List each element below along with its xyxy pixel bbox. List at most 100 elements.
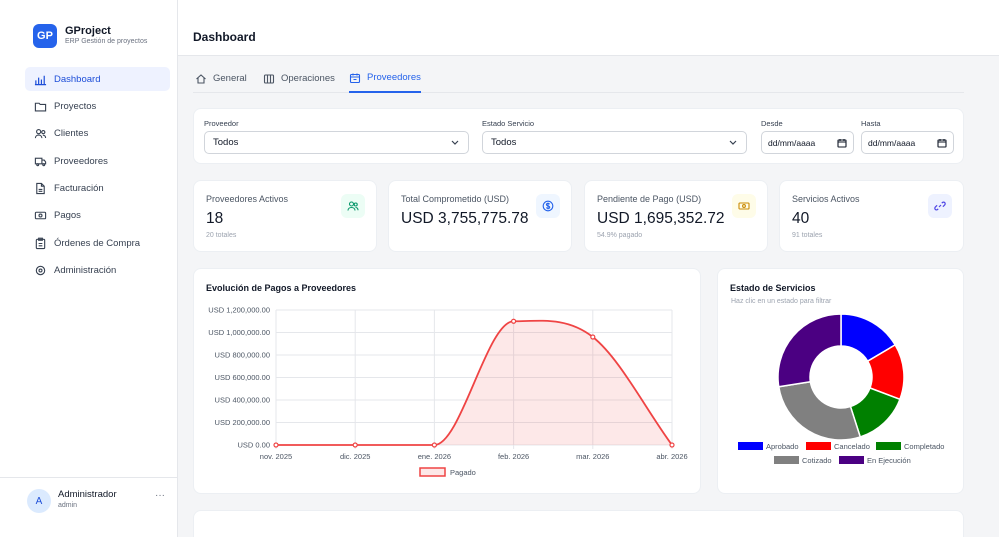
chevron-down-icon [729, 140, 737, 145]
sidebar-item-pagos[interactable]: Pagos [25, 204, 170, 228]
x-tick-label: mar. 2026 [576, 452, 609, 461]
donut-chart-card: Estado de Servicios Haz clic en un estad… [717, 268, 964, 494]
kpi-card-total-comprometido: Total Comprometido (USD) USD 3,755,775.7… [388, 180, 572, 252]
legend-swatch[interactable] [876, 442, 901, 450]
y-tick-label: USD 400,000.00 [215, 396, 270, 405]
kpi-label: Proveedores Activos [206, 194, 289, 204]
folder-icon [34, 102, 47, 112]
kpi-subtext: 91 totales [792, 232, 823, 239]
kpi-subtext: 20 totales [206, 232, 237, 239]
kpi-value: 40 [792, 210, 810, 227]
tab-operaciones[interactable]: Operaciones [263, 64, 335, 93]
y-tick-label: USD 0.00 [237, 441, 270, 450]
sidebar-item-label: Pagos [54, 210, 81, 222]
settings-icon [35, 265, 46, 276]
hasta-label: Hasta [861, 119, 881, 128]
x-tick-label: feb. 2026 [498, 452, 529, 461]
y-tick-label: USD 200,000.00 [215, 418, 270, 427]
tab-general[interactable]: General [195, 64, 247, 93]
app-logo: GP [33, 24, 57, 48]
filters-card: Proveedor Todos Estado Servicio Todos De… [193, 108, 964, 164]
users-icon [347, 201, 359, 211]
user-profile[interactable]: A Administrador admin ··· [0, 477, 178, 537]
sidebar-item-proveedores[interactable]: Proveedores [25, 149, 170, 173]
legend-label[interactable]: Cancelado [834, 442, 870, 451]
donut-slice[interactable] [777, 313, 842, 388]
sidebar-item-label: Proveedores [54, 155, 108, 167]
data-point [431, 442, 437, 448]
home-icon [196, 73, 206, 84]
sidebar-item-label: Administración [54, 265, 117, 277]
sidebar-item-dashboard[interactable]: Dashboard [25, 67, 170, 91]
avatar: A [27, 489, 51, 513]
user-name: Administrador [58, 489, 117, 500]
tab-label: Operaciones [281, 73, 335, 84]
file-icon [36, 182, 45, 195]
app-name: GProject [65, 25, 111, 37]
hasta-date-input[interactable]: dd/mm/aaaa [861, 131, 954, 154]
tab-label: Proveedores [367, 72, 421, 83]
sidebar-item-administracion[interactable]: Administración [25, 259, 170, 283]
legend-swatch[interactable] [738, 442, 763, 450]
desde-value: dd/mm/aaaa [768, 137, 816, 148]
banknote-icon [34, 212, 47, 220]
donut-slice[interactable] [777, 380, 862, 441]
page-title: Dashboard [193, 30, 256, 44]
kpi-value: USD 1,695,352.72 [597, 210, 725, 227]
legend-swatch [419, 467, 446, 477]
sidebar-item-facturacion[interactable]: Facturación [25, 177, 170, 201]
kpi-icon-box [928, 194, 952, 218]
services-donut-chart: Aprobado Cancelado Completado Cotizado En Ej… [738, 313, 944, 465]
calendar-icon [937, 139, 947, 148]
app-subtitle: ERP Gestión de proyectos [65, 38, 148, 45]
desde-date-input[interactable]: dd/mm/aaaa [761, 131, 854, 154]
legend-label[interactable]: En Ejecución [867, 456, 911, 465]
estado-servicio-label: Estado Servicio [482, 119, 535, 128]
calendar-icon [837, 139, 847, 148]
kpi-icon-box [341, 194, 365, 218]
kpi-label: Pendiente de Pago (USD) [597, 194, 702, 204]
kpi-card-proveedores-activos: Proveedores Activos 18 20 totales [193, 180, 377, 252]
proveedor-label: Proveedor [204, 119, 239, 128]
legend-label[interactable]: Aprobado [766, 442, 799, 451]
user-menu-button[interactable]: ··· [155, 490, 165, 501]
truck-icon [34, 157, 47, 166]
data-point [669, 442, 675, 448]
dashboard-tabs: General Operaciones Proveedores [193, 64, 964, 93]
calendar-icon [349, 73, 361, 83]
proveedor-select[interactable]: Todos [204, 131, 469, 154]
data-point [273, 442, 279, 448]
sidebar-item-label: Clientes [54, 128, 89, 140]
data-point [511, 318, 517, 324]
link-icon [934, 201, 946, 211]
legend-swatch[interactable] [806, 442, 831, 450]
x-tick-label: ene. 2026 [418, 452, 451, 461]
estado-servicio-select[interactable]: Todos [482, 131, 747, 154]
payments-line-chart: USD 0.00 USD 200,000.00 USD 400,000.00 USD … [208, 306, 687, 478]
x-tick-label: dic. 2025 [340, 452, 370, 461]
sidebar: GP GProject ERP Gestión de proyectos Das… [0, 0, 178, 537]
sidebar-item-ordenes-de-compra[interactable]: Órdenes de Compra [25, 231, 170, 255]
kpi-label: Servicios Activos [792, 194, 860, 204]
brand[interactable]: GP GProject ERP Gestión de proyectos [33, 24, 147, 48]
sidebar-item-label: Dashboard [54, 73, 101, 85]
estado-select-value: Todos [491, 137, 517, 148]
hasta-value: dd/mm/aaaa [868, 137, 916, 148]
legend-label[interactable]: Completado [904, 442, 944, 451]
legend-swatch[interactable] [839, 456, 864, 464]
tab-proveedores[interactable]: Proveedores [349, 64, 421, 93]
sidebar-item-clientes[interactable]: Clientes [25, 122, 170, 146]
bottom-card [193, 510, 964, 537]
sidebar-item-proyectos[interactable]: Proyectos [25, 94, 170, 118]
kpi-card-pendiente-de-pago: Pendiente de Pago (USD) USD 1,695,352.72… [584, 180, 768, 252]
clipboard-icon [35, 237, 46, 250]
legend-label: Pagado [450, 468, 476, 477]
chevron-down-icon [451, 140, 459, 145]
users-icon [34, 129, 47, 139]
kpi-icon-box [536, 194, 560, 218]
legend-swatch[interactable] [774, 456, 799, 464]
kpi-icon-box [732, 194, 756, 218]
sidebar-item-label: Proyectos [54, 100, 97, 112]
kpi-label: Total Comprometido (USD) [401, 194, 510, 204]
legend-label[interactable]: Cotizado [802, 456, 832, 465]
